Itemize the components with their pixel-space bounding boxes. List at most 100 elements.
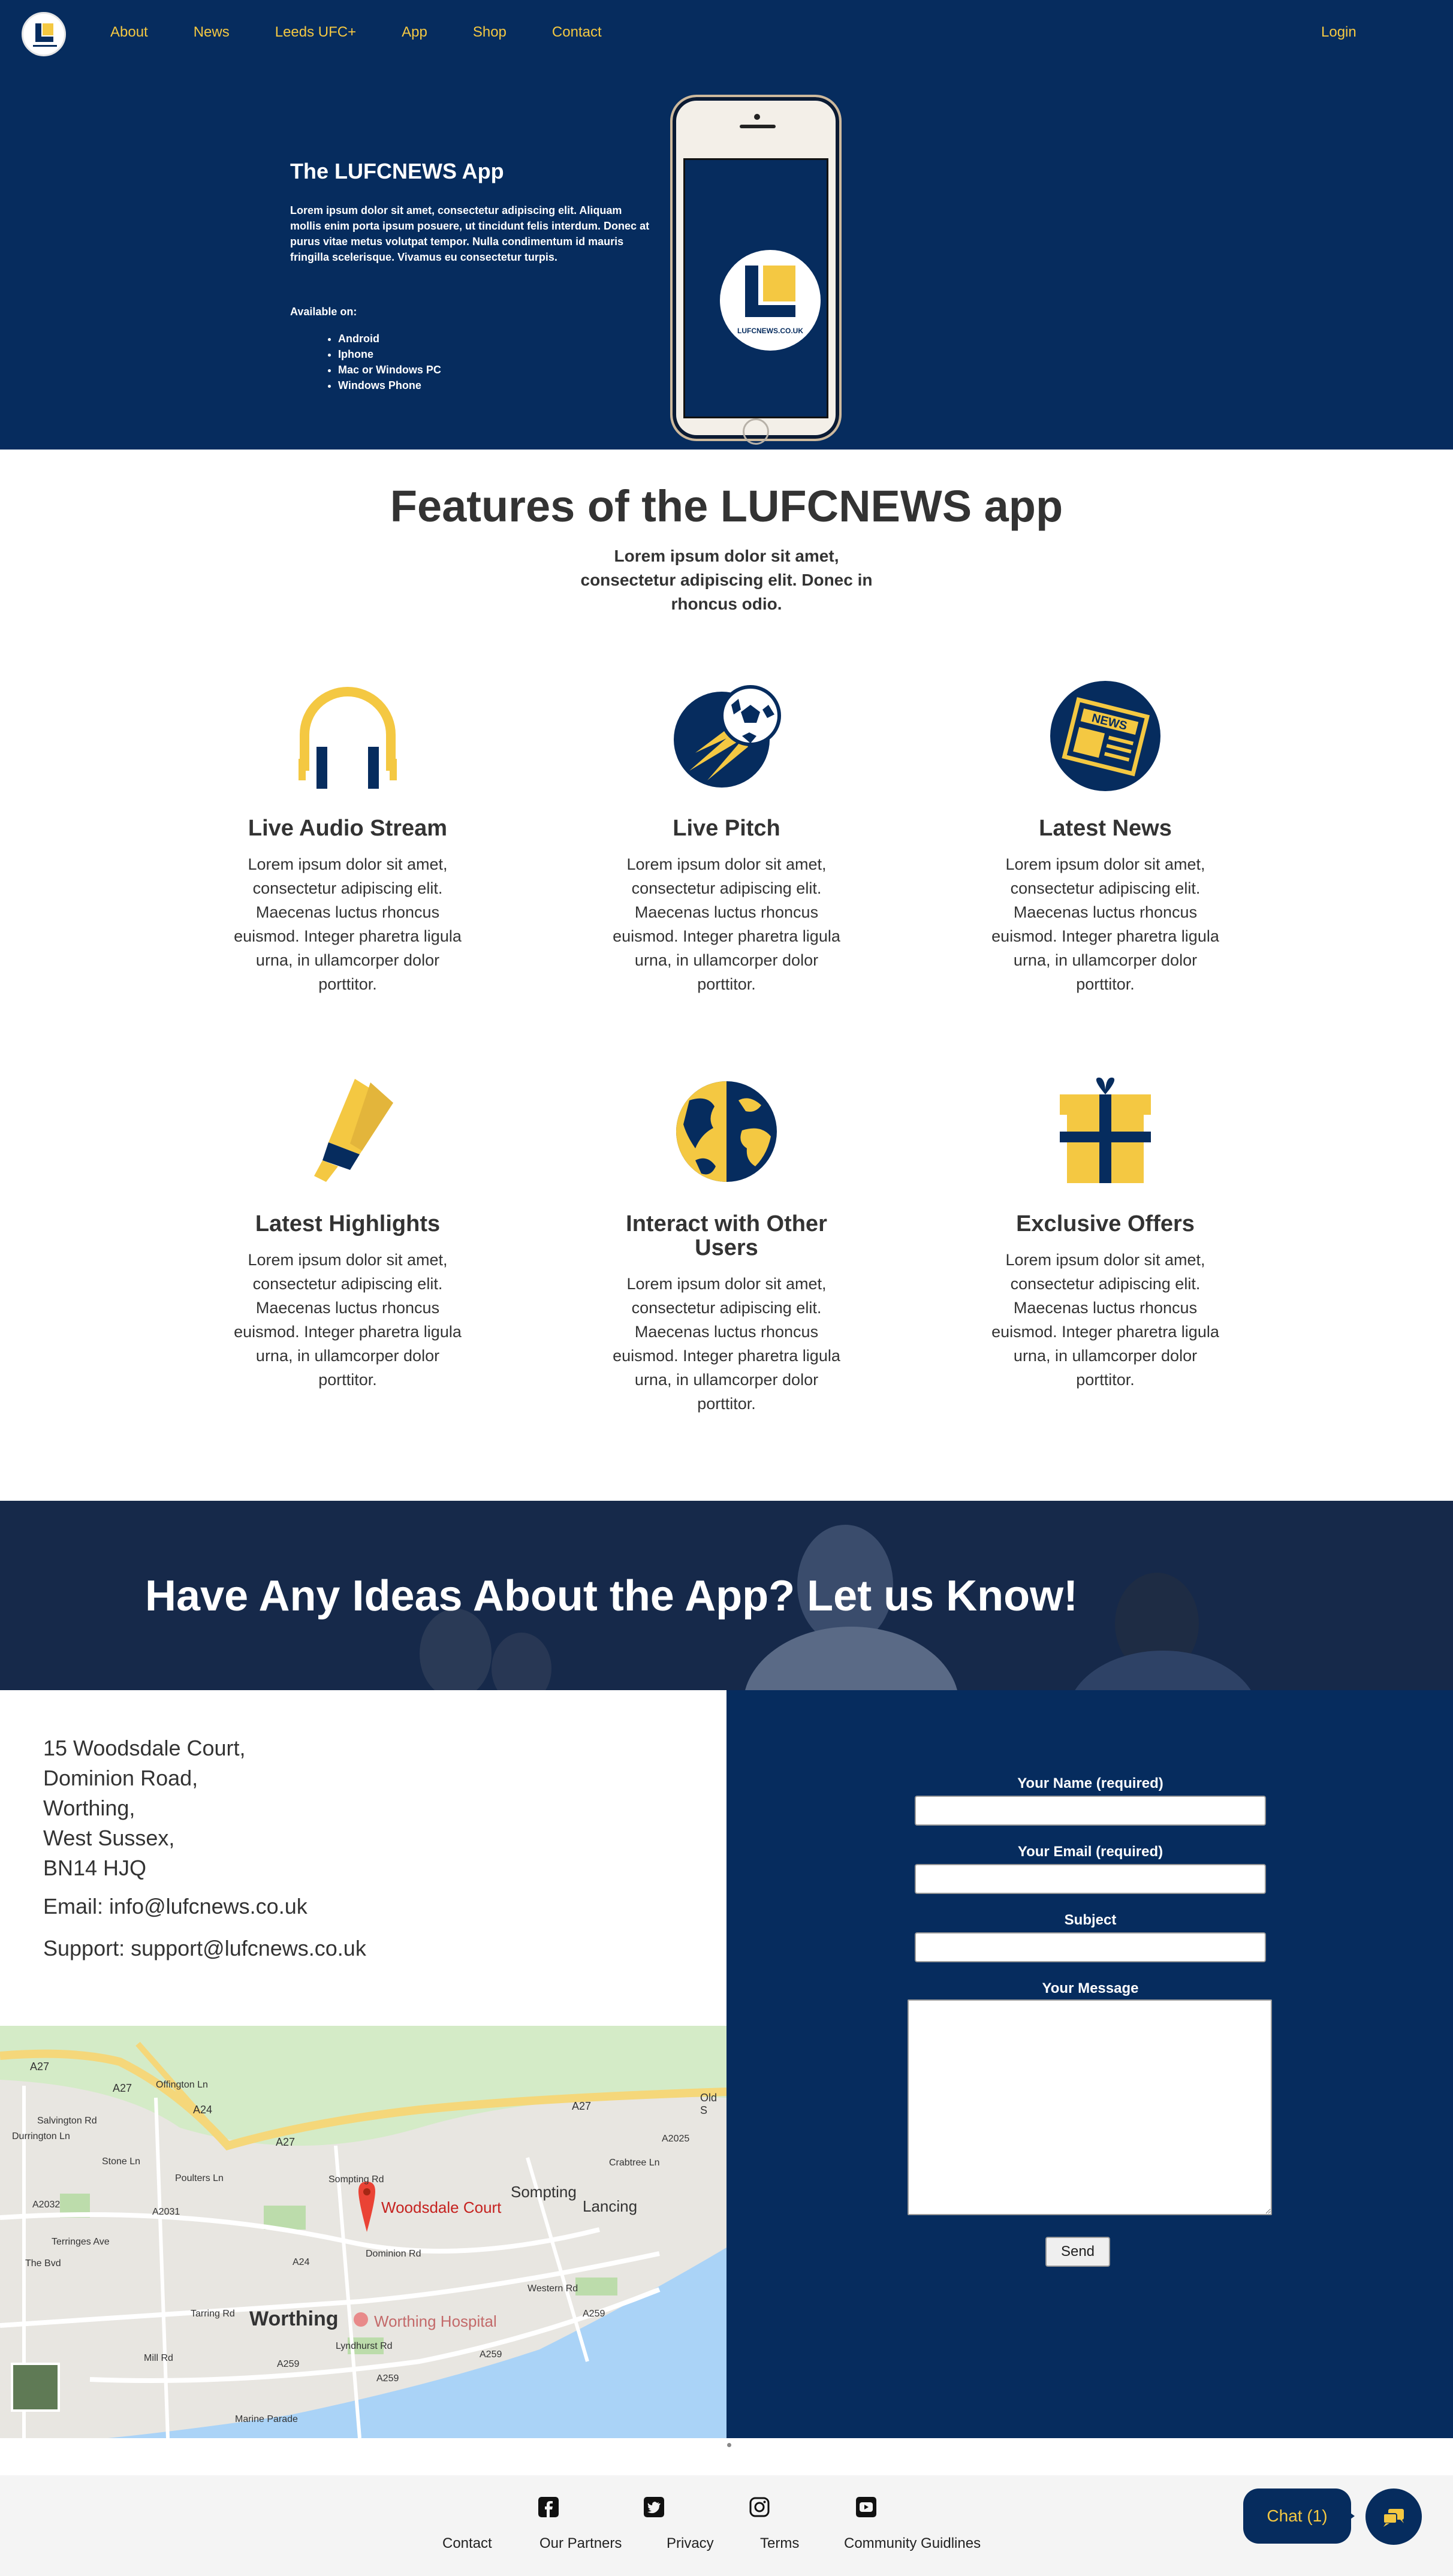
platform-list: Android Iphone Mac or Windows PC Windows… [338,331,441,393]
map-town-label: Lancing [583,2197,638,2215]
twitter-icon[interactable] [644,2497,664,2517]
message-textarea[interactable] [908,1999,1272,2215]
feature-text: Lorem ipsum dolor sit amet, consectetur … [613,1275,840,1413]
platform-item: Android [338,331,441,346]
map-road-label: Mill Rd [144,2353,173,2363]
feature-exclusive-offers: Exclusive Offers Lorem ipsum dolor sit a… [985,1076,1225,1400]
email-label: Your Email (required) [1017,1844,1163,1860]
map-road-label: A259 [277,2359,300,2369]
map-marker-label: Woodsdale Court [381,2198,502,2216]
feature-interact-users: Interact with Other Users Lorem ipsum do… [607,1076,846,1424]
map-road-label: Offington Ln [156,2080,208,2090]
address-line: West Sussex, [43,1826,175,1850]
player-silhouette [743,1627,959,1690]
nav-link-leeds-ufc-plus[interactable]: Leeds UFC+ [275,23,356,42]
feature-title: Interact with Other Users [626,1211,827,1260]
map-road-label: A27 [572,2100,592,2112]
map-road-label: Marine Parade [235,2414,298,2424]
footer-link-community-guidelines[interactable]: Community Guidlines [844,2535,981,2552]
map-road-label: Poulters Ln [175,2173,224,2183]
map-road-label: Salvington Rd [37,2116,97,2126]
features-title: Features of the LUFCNEWS app [390,481,1063,531]
features-subtitle: Lorem ipsum dolor sit amet, consectetur … [580,547,873,613]
globe-icon [676,1081,777,1182]
map-road-label: A27 [30,2061,50,2073]
hero-intro: Lorem ipsum dolor sit amet, consectetur … [290,204,650,263]
feature-title: Live Audio Stream [248,816,448,841]
app-logo: LUFCNEWS.CO.UK [720,250,821,351]
football-icon [674,685,781,788]
feature-latest-highlights: Latest Highlights Lorem ipsum dolor sit … [228,1076,468,1400]
address-line: Worthing, [43,1796,135,1820]
location-map[interactable]: Woodsdale Court Worthing Hospital Worthi… [0,2026,727,2438]
contact-address: 15 Woodsdale Court, Dominion Road, Worth… [43,1733,246,1883]
address-line: 15 Woodsdale Court, [43,1736,246,1760]
nav-link-app[interactable]: App [402,23,427,42]
newspaper-icon: NEWS [1050,681,1160,791]
map-road-label: Terringes Ave [52,2237,110,2247]
highlighter-icon [314,1079,393,1182]
available-label: Available on: [290,306,357,318]
facebook-icon[interactable] [538,2497,559,2517]
nav-link-news[interactable]: News [194,23,230,42]
email-input[interactable] [915,1864,1266,1894]
gift-icon [1060,1077,1151,1183]
top-nav: About News Leeds UFC+ App Shop Contact L… [0,0,1453,67]
map-road-label: Crabtree Ln [609,2158,660,2168]
map-road-label: Dominion Rd [366,2249,421,2259]
separator-dot [727,2443,731,2447]
platform-item: Mac or Windows PC [338,362,441,378]
subject-input[interactable] [915,1932,1266,1962]
map-road-label: A2025 [662,2134,690,2144]
nav-link-contact[interactable]: Contact [552,23,602,42]
map-road-label: Tarring Rd [191,2309,235,2319]
feature-text: Lorem ipsum dolor sit amet, consectetur … [991,1251,1219,1389]
chat-launcher[interactable] [1365,2488,1422,2545]
map-road-label: A24 [193,2104,213,2116]
map-road-label: Stone Ln [102,2156,141,2167]
name-input[interactable] [915,1796,1266,1826]
footer [0,2475,1453,2576]
map-town-label: Sompting [511,2183,577,2201]
nav-links: About News Leeds UFC+ App Shop Contact [110,23,647,42]
feature-text: Lorem ipsum dolor sit amet, consectetur … [613,855,840,993]
map-road-label: A2032 [32,2200,61,2210]
send-button[interactable]: Send [1045,2237,1110,2267]
platform-item: Iphone [338,346,441,362]
map-road-label: A27 [113,2082,132,2094]
feature-title: Latest News [1039,816,1172,841]
footer-link-privacy[interactable]: Privacy [667,2535,714,2552]
feature-title: Live Pitch [673,816,780,841]
site-logo[interactable] [22,12,66,56]
phone-mockup: LUFCNEWS.CO.UK [670,95,842,445]
phone-screen: LUFCNEWS.CO.UK [683,158,828,418]
map-hospital-label: Worthing Hospital [374,2312,497,2330]
map-road-label: Western Rd [527,2284,578,2294]
player-silhouette [492,1633,551,1690]
youtube-icon[interactable] [856,2497,876,2517]
nav-link-shop[interactable]: Shop [473,23,507,42]
login-link[interactable]: Login [1321,23,1356,42]
footer-link-terms[interactable]: Terms [760,2535,799,2552]
contact-email[interactable]: Email: info@lufcnews.co.uk [43,1894,308,1919]
address-line: Dominion Road, [43,1766,198,1790]
message-label: Your Message [1042,1980,1139,1996]
feature-title: Exclusive Offers [1016,1211,1195,1236]
feature-text: Lorem ipsum dolor sit amet, consectetur … [991,855,1219,993]
phone-home-button [743,418,769,445]
ideas-banner: Have Any Ideas About the App? Let us Kno… [0,1501,1453,1690]
map-road-label: Sompting Rd [328,2174,384,2185]
nav-link-about[interactable]: About [110,23,148,42]
contact-support[interactable]: Support: support@lufcnews.co.uk [43,1936,366,1961]
instagram-icon[interactable] [749,2497,770,2517]
banner-title: Have Any Ideas About the App? Let us Kno… [145,1572,1078,1620]
map-satellite-toggle[interactable] [11,2363,60,2412]
feature-title: Latest Highlights [255,1211,441,1236]
footer-link-contact[interactable]: Contact [442,2535,492,2552]
name-label: Your Name (required) [1017,1775,1163,1791]
chat-button[interactable]: Chat (1) [1243,2488,1351,2544]
address-line: BN14 HJQ [43,1856,147,1880]
footer-link-partners[interactable]: Our Partners [539,2535,622,2552]
feature-live-audio: Live Audio Stream Lorem ipsum dolor sit … [228,681,468,1005]
phone-speaker [740,125,776,128]
